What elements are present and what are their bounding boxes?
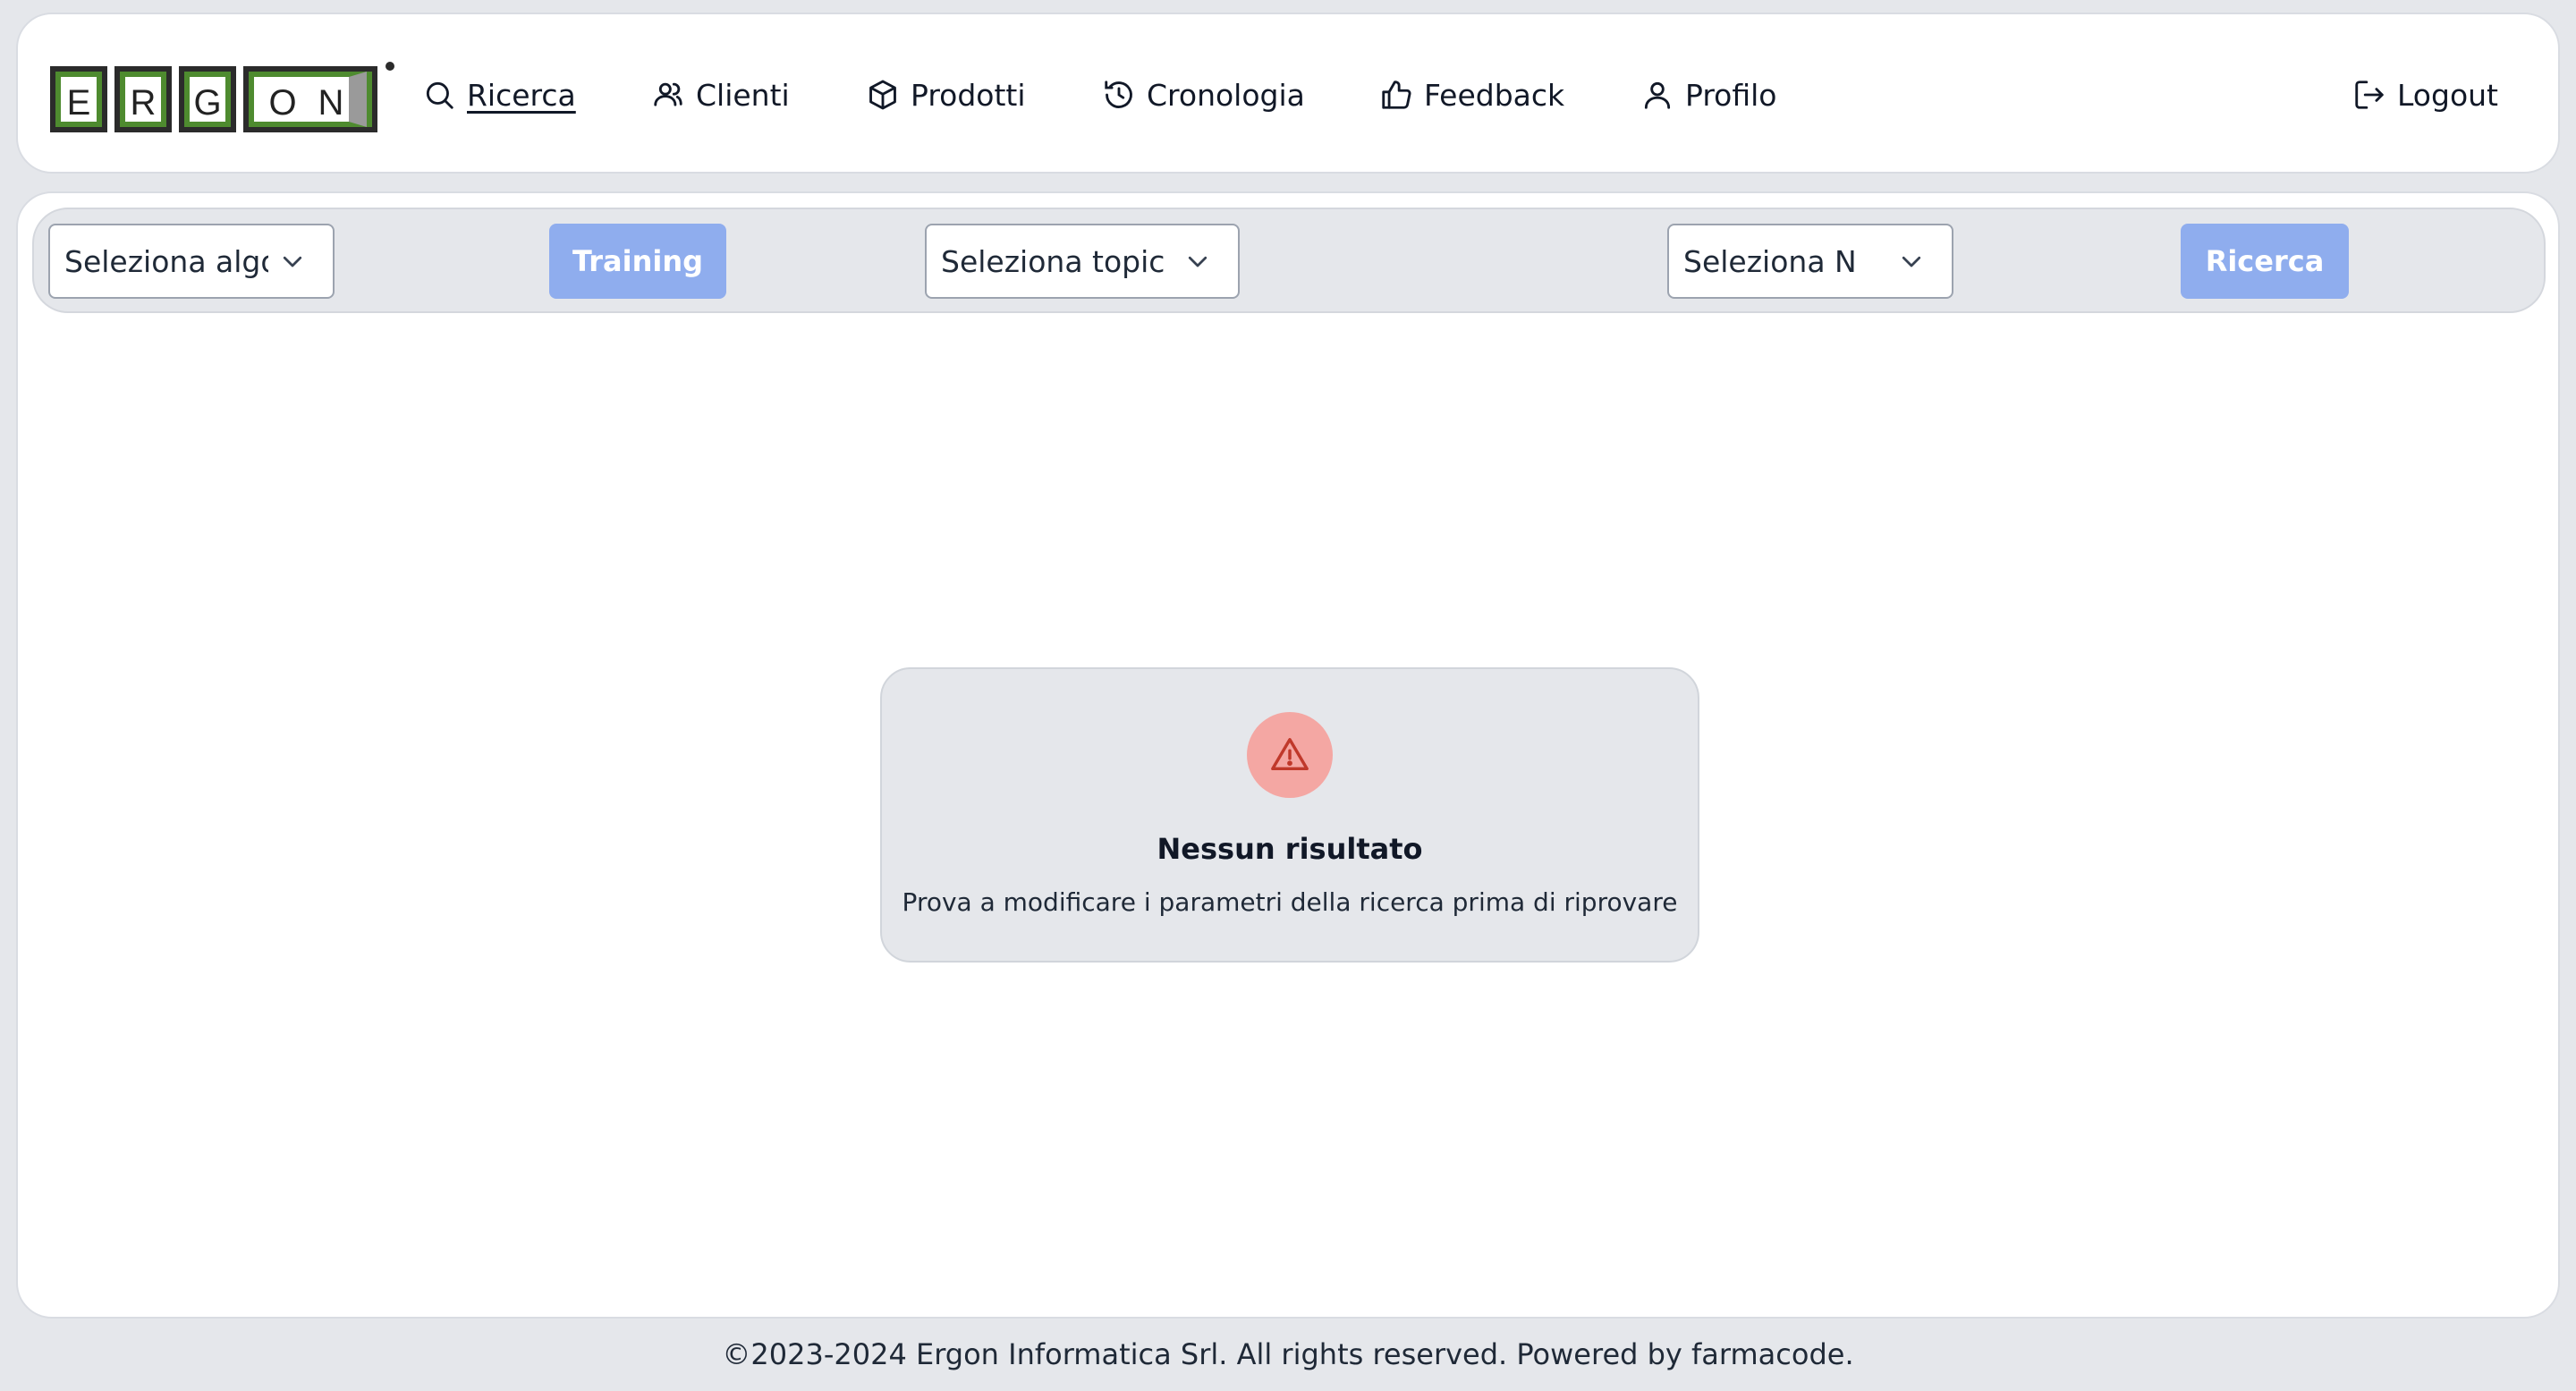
ergon-logo[interactable]: E R G O N xyxy=(48,59,399,141)
thumbs-up-icon xyxy=(1382,81,1411,109)
top-navbar: E R G O N Ricerca Clienti Prodotti Crono… xyxy=(16,13,2560,174)
search-icon xyxy=(426,81,453,109)
users-icon xyxy=(654,82,682,106)
nav-label: Clienti xyxy=(696,77,790,113)
chevron-down-icon xyxy=(283,256,302,267)
algorithm-select-value: Seleziona algo xyxy=(64,243,268,279)
svg-text:N: N xyxy=(318,83,344,123)
main-panel: Seleziona algo Training Seleziona topic … xyxy=(16,191,2560,1319)
algorithm-select[interactable]: Seleziona algo xyxy=(48,224,335,299)
cube-icon xyxy=(869,80,896,110)
nav-feedback[interactable]: Feedback xyxy=(1379,14,1564,175)
empty-state-title: Nessun risultato xyxy=(1157,832,1423,866)
user-icon xyxy=(1644,81,1671,109)
nav-label: Feedback xyxy=(1424,77,1565,113)
warning-badge xyxy=(1247,712,1333,798)
logout-label: Logout xyxy=(2397,77,2498,113)
search-button-label: Ricerca xyxy=(2205,244,2325,278)
nav-ricerca[interactable]: Ricerca xyxy=(422,14,576,175)
nav-prodotti[interactable]: Prodotti xyxy=(866,14,1026,175)
nav-profilo[interactable]: Profilo xyxy=(1640,14,1777,175)
training-button-label: Training xyxy=(572,244,704,278)
nav-label: Prodotti xyxy=(911,77,1026,113)
topic-select[interactable]: Seleziona topic xyxy=(925,224,1240,299)
n-select[interactable]: Seleziona N xyxy=(1667,224,1953,299)
nav-label: Profilo xyxy=(1685,77,1777,113)
nav-label: Ricerca xyxy=(467,77,576,113)
svg-text:O: O xyxy=(268,83,296,123)
nav-clienti[interactable]: Clienti xyxy=(651,14,790,175)
nav-label: Cronologia xyxy=(1147,77,1305,113)
chevron-down-icon xyxy=(1188,256,1208,267)
logout-icon xyxy=(2355,81,2384,109)
chevron-down-icon xyxy=(1902,256,1921,267)
empty-state-card: Nessun risultato Prova a modificare i pa… xyxy=(880,667,1699,963)
logout-button[interactable]: Logout xyxy=(2352,14,2498,175)
n-select-value: Seleziona N xyxy=(1683,243,1857,279)
topic-select-value: Seleziona topic xyxy=(941,243,1165,279)
training-button[interactable]: Training xyxy=(549,224,726,299)
svg-text:R: R xyxy=(131,83,157,123)
empty-state-subtitle: Prova a modificare i parametri della ric… xyxy=(902,887,1678,917)
warning-icon xyxy=(1271,738,1309,771)
svg-text:G: G xyxy=(193,83,221,123)
history-icon xyxy=(1105,81,1132,108)
search-toolbar: Seleziona algo Training Seleziona topic … xyxy=(32,208,2546,313)
search-button[interactable]: Ricerca xyxy=(2181,224,2349,299)
footer-copyright: ©2023-2024 Ergon Informatica Srl. All ri… xyxy=(722,1337,1854,1371)
svg-text:E: E xyxy=(67,83,91,123)
nav-cronologia[interactable]: Cronologia xyxy=(1102,14,1305,175)
